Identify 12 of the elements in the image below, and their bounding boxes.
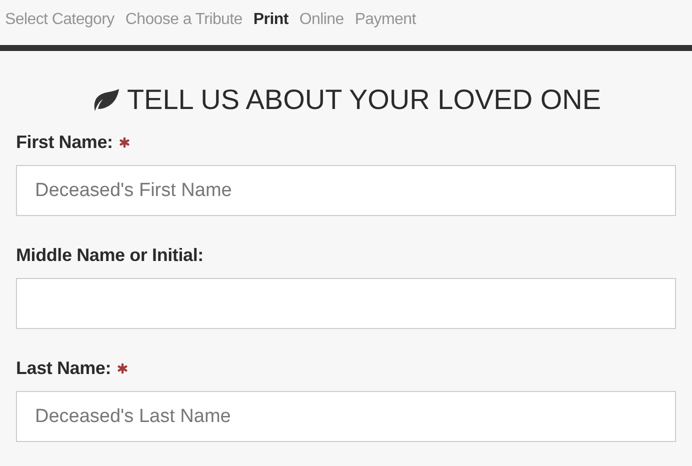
step-link[interactable]: Choose a Tribute xyxy=(125,9,242,45)
field-label: Last Name: xyxy=(16,358,112,378)
step-link[interactable]: Print xyxy=(253,9,288,45)
text-field[interactable] xyxy=(16,278,676,329)
step-link[interactable]: Select Category xyxy=(5,9,114,45)
step-link[interactable]: Payment xyxy=(354,9,416,45)
text-field[interactable]: Deceased's First Name xyxy=(16,165,676,216)
field-label: First Name: xyxy=(16,132,113,152)
text-field[interactable]: Deceased's Last Name xyxy=(16,391,676,442)
section-heading: TELL US ABOUT YOUR LOVED ONE xyxy=(126,84,602,116)
field-label: Middle Name or Initial: xyxy=(16,244,204,266)
step-link[interactable]: Online xyxy=(299,9,344,45)
